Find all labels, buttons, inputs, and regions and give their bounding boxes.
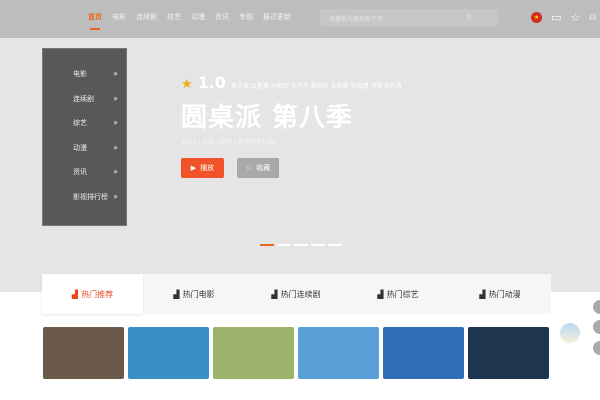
slide-indicators xyxy=(260,244,342,246)
play-icon: ▶ xyxy=(190,164,197,172)
tab-variety[interactable]: ▟ 热门综艺 xyxy=(347,274,449,314)
search-placeholder: 海量影片随你看不停 xyxy=(329,16,384,23)
sidebar-item-label: 影视排行榜 xyxy=(73,192,108,201)
chevron-right-icon: » xyxy=(113,93,118,103)
poster-card[interactable] xyxy=(383,327,464,379)
sidebar-item-label: 动漫 xyxy=(73,143,87,152)
hot-tabs: ▟ 热门推荐 ▟ 热门电影 ▟ 热门连续剧 ▟ 热门综艺 ▟ 热门动漫 xyxy=(42,274,551,314)
float-button[interactable] xyxy=(593,320,600,334)
favorite-button[interactable]: ☆ 收藏 xyxy=(237,158,279,178)
slide-dot[interactable] xyxy=(277,244,291,246)
category-sidebar: 电影 » 连续剧 » 综艺 » 动漫 » 资讯 » 影视排行榜 » xyxy=(42,48,127,226)
floating-bubble[interactable] xyxy=(560,323,580,343)
nav-movies[interactable]: 电影 xyxy=(112,12,126,22)
nav-home[interactable]: 首页 xyxy=(88,12,102,30)
sidebar-item-label: 电影 xyxy=(73,70,87,78)
sidebar-item-label: 资讯 xyxy=(73,168,87,176)
sidebar-item-label: 综艺 xyxy=(73,119,87,127)
rating: ★ 1.0 窦文涛 吕鲁豫 马家辉 许子东 高晓松 余秋雨 李玫瑾 刘擎 陈丹青 xyxy=(181,73,402,92)
chevron-right-icon: » xyxy=(113,191,118,201)
main-nav: 首页 电影 连续剧 综艺 动漫 资讯 专题 最近更新 xyxy=(88,12,291,30)
sidebar-item-anime[interactable]: 动漫 » xyxy=(43,143,126,168)
language-flag-icon[interactable]: ★ xyxy=(531,11,543,23)
nav-recent[interactable]: 最近更新 xyxy=(263,12,291,22)
poster-card[interactable] xyxy=(298,327,379,379)
slide-dot[interactable] xyxy=(294,244,308,246)
play-button[interactable]: ▶ 播放 xyxy=(181,158,224,178)
play-label: 播放 xyxy=(200,164,215,172)
favorite-label: 收藏 xyxy=(256,164,271,172)
user-icon[interactable]: ⍝ xyxy=(589,10,596,24)
tab-label: 热门推荐 xyxy=(81,289,114,299)
clapper-icon: ▟ xyxy=(479,289,486,299)
nav-anime[interactable]: 动漫 xyxy=(191,12,205,22)
tab-anime[interactable]: ▟ 热门动漫 xyxy=(449,274,551,314)
sidebar-item-movies[interactable]: 电影 » xyxy=(43,69,126,94)
slide-dot[interactable] xyxy=(260,244,274,246)
nav-variety[interactable]: 综艺 xyxy=(167,12,181,22)
hero-meta: 2024 / 大陆 / 综艺 / 更新至第10期 xyxy=(181,139,276,146)
poster-row xyxy=(43,327,549,379)
clapper-icon: ▟ xyxy=(71,289,79,299)
chart-icon[interactable]: ⫶ xyxy=(482,13,484,23)
slide-dot[interactable] xyxy=(328,244,342,246)
tab-label: 热门连续剧 xyxy=(280,289,321,299)
chevron-right-icon: » xyxy=(113,69,118,78)
star-outline-icon: ☆ xyxy=(245,164,253,172)
tab-recommended[interactable]: ▟ 热门推荐 xyxy=(42,274,143,314)
chevron-right-icon: » xyxy=(113,142,118,152)
score: 1.0 xyxy=(197,73,226,92)
poster-card[interactable] xyxy=(213,327,294,379)
poster-card[interactable] xyxy=(43,327,124,379)
clapper-icon: ▟ xyxy=(377,289,384,299)
sidebar-item-variety[interactable]: 综艺 » xyxy=(43,118,126,143)
star-icon: ★ xyxy=(181,77,193,92)
tab-series[interactable]: ▟ 热门连续剧 xyxy=(245,274,347,314)
nav-series[interactable]: 连续剧 xyxy=(136,12,157,22)
tab-label: 热门动漫 xyxy=(488,289,521,299)
slide-dot[interactable] xyxy=(311,244,325,246)
tab-label: 热门综艺 xyxy=(386,289,419,299)
clapper-icon: ▟ xyxy=(271,289,278,299)
search-icon[interactable]: ⚲ xyxy=(466,13,472,22)
search-input[interactable]: 海量影片随你看不停 ⚲ ⫶ xyxy=(320,9,498,26)
header: 首页 电影 连续剧 综艺 动漫 资讯 专题 最近更新 海量影片随你看不停 ⚲ ⫶… xyxy=(0,0,600,38)
hero-title: 圆桌派 第八季 xyxy=(181,103,354,133)
cast-list: 窦文涛 吕鲁豫 马家辉 许子东 高晓松 余秋雨 李玫瑾 刘擎 陈丹青 xyxy=(231,83,403,90)
sidebar-item-ranking[interactable]: 影视排行榜 » xyxy=(43,192,126,217)
sidebar-item-label: 连续剧 xyxy=(73,94,94,103)
message-icon[interactable]: ▭ xyxy=(551,11,561,24)
poster-card[interactable] xyxy=(128,327,209,379)
nav-topics[interactable]: 专题 xyxy=(239,12,253,22)
chevron-right-icon: » xyxy=(113,167,118,176)
star-icon[interactable]: ☆ xyxy=(571,11,581,24)
sidebar-item-series[interactable]: 连续剧 » xyxy=(43,94,126,119)
nav-news[interactable]: 资讯 xyxy=(215,12,229,22)
chevron-right-icon: » xyxy=(113,118,118,127)
sidebar-item-news[interactable]: 资讯 » xyxy=(43,167,126,192)
tab-label: 热门电影 xyxy=(182,289,215,299)
clapper-icon: ▟ xyxy=(173,289,180,299)
tab-movies[interactable]: ▟ 热门电影 xyxy=(143,274,245,314)
float-button[interactable] xyxy=(593,341,600,355)
poster-card[interactable] xyxy=(468,327,549,379)
float-button[interactable] xyxy=(593,300,600,314)
